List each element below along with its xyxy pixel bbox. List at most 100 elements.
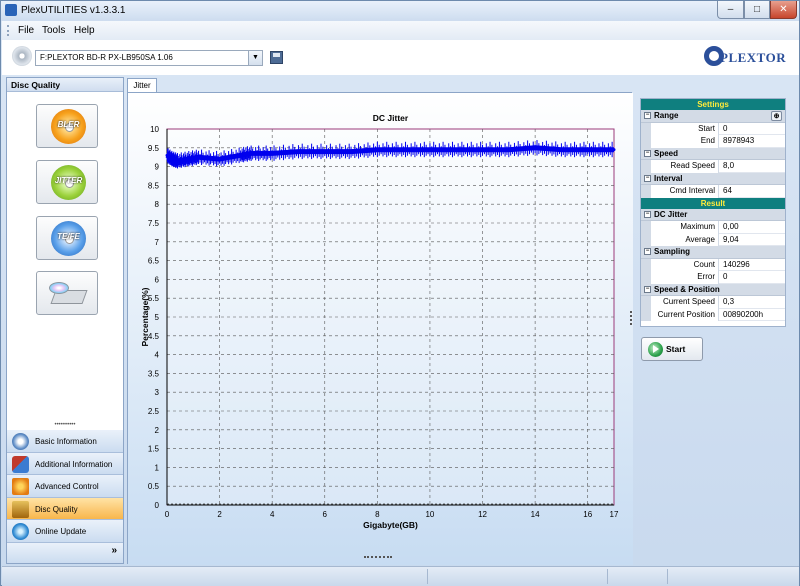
y-tick-label: 1.5	[148, 445, 160, 454]
data-point	[176, 159, 180, 163]
sampling-category[interactable]: − Sampling	[641, 246, 785, 259]
bler-label: BLER	[57, 120, 80, 129]
start-button[interactable]: Start	[641, 337, 703, 361]
y-tick-label: 0.5	[148, 482, 160, 491]
error-row: Error 0	[641, 271, 785, 284]
data-point	[323, 150, 327, 154]
status-segment	[607, 569, 608, 584]
jitter-disc-icon: JITTER	[51, 165, 86, 200]
menu-help[interactable]: Help	[74, 25, 95, 36]
data-point	[533, 146, 537, 150]
bler-button[interactable]: BLER	[36, 104, 98, 148]
speed-position-title: Speed & Position	[654, 284, 720, 294]
status-segment	[427, 569, 428, 584]
cmd-interval-label: Cmd Interval	[669, 186, 715, 195]
status-bar	[2, 566, 799, 586]
start-label: Start	[698, 123, 715, 133]
dc-jitter-category[interactable]: − DC Jitter	[641, 208, 785, 221]
minimize-button[interactable]: –	[717, 1, 744, 19]
nav-additional-information[interactable]: Additional Information	[7, 452, 123, 475]
nav-list: Basic Information Additional Information…	[7, 430, 123, 543]
average-value: 9,04	[723, 234, 739, 244]
tefe-button[interactable]: TE/FE	[36, 216, 98, 260]
jitter-label: JITTER	[54, 176, 83, 185]
x-axis-label: Gigabyte(GB)	[363, 520, 418, 530]
chevron-double-down-icon: »	[111, 545, 117, 556]
menu-bar: File Tools Help	[2, 21, 799, 40]
error-value: 0	[723, 272, 728, 281]
end-value[interactable]: 8978943	[723, 135, 754, 147]
maximum-label: Maximum	[680, 222, 715, 231]
close-button[interactable]: ✕	[770, 1, 797, 19]
nav-online-update[interactable]: Online Update	[7, 520, 123, 543]
settings-header: Settings	[641, 99, 785, 110]
globe-icon[interactable]: ⊕	[771, 111, 782, 121]
chart-title: DC Jitter	[373, 113, 409, 123]
nav-disc-quality[interactable]: Disc Quality	[7, 497, 123, 520]
y-tick-label: 9	[155, 163, 160, 172]
collapse-icon[interactable]: −	[644, 285, 651, 293]
range-category[interactable]: − Range ⊕	[641, 110, 785, 123]
window-title: PlexUTILITIES v1.3.3.1	[21, 5, 126, 16]
horizontal-splitter[interactable]	[364, 556, 392, 559]
x-tick-label: 8	[375, 510, 380, 519]
interval-category[interactable]: − Interval	[641, 172, 785, 185]
maximum-row: Maximum 0,00	[641, 221, 785, 234]
current-position-row: Current Position 00890200h	[641, 308, 785, 321]
data-point	[165, 153, 169, 157]
maximize-button[interactable]: □	[744, 1, 770, 19]
nav-label: Disc Quality	[35, 504, 78, 514]
nav-basic-information[interactable]: Basic Information	[7, 430, 123, 453]
chevron-down-icon[interactable]: ▼	[248, 51, 262, 65]
nav-label: Online Update	[35, 527, 87, 536]
collapse-icon[interactable]: −	[644, 174, 651, 182]
speed-position-category[interactable]: − Speed & Position	[641, 283, 785, 296]
cmd-interval-value[interactable]: 64	[723, 185, 732, 197]
current-speed-value: 0,3	[723, 297, 735, 306]
cmd-interval-row: Cmd Interval 64	[641, 185, 785, 198]
speed-category[interactable]: − Speed	[641, 147, 785, 160]
info-icon	[12, 433, 29, 450]
tab-jitter[interactable]: Jitter	[127, 78, 157, 92]
app-icon	[5, 4, 17, 16]
data-point	[296, 150, 300, 154]
average-label: Average	[685, 234, 715, 244]
nav-advanced-control[interactable]: Advanced Control	[7, 475, 123, 498]
read-speed-value[interactable]: 8,0	[723, 160, 734, 172]
x-tick-label: 2	[217, 510, 222, 519]
nav-more-button[interactable]: »	[7, 543, 123, 563]
data-point	[559, 148, 563, 152]
collapse-icon[interactable]: −	[644, 112, 651, 119]
collapse-icon[interactable]: −	[644, 210, 651, 218]
data-point	[481, 148, 485, 152]
menu-file[interactable]: File	[18, 25, 34, 36]
plextor-logo: PLEXTOR	[702, 45, 790, 67]
save-icon[interactable]	[270, 51, 283, 64]
y-tick-label: 7.5	[148, 219, 160, 228]
nav-label: Advanced Control	[35, 482, 99, 491]
current-speed-label: Current Speed	[662, 297, 715, 306]
x-tick-label: 12	[478, 510, 487, 519]
toolbar: F:PLEXTOR BD-R PX-LB950SA 1.06 ▼ PLEXTOR	[2, 40, 799, 75]
vertical-splitter[interactable]	[630, 311, 633, 325]
panel-splitter[interactable]: ••••••••••	[7, 422, 123, 428]
start-value[interactable]: 0	[723, 123, 727, 135]
count-label: Count	[693, 259, 715, 269]
jitter-button[interactable]: JITTER	[36, 160, 98, 204]
app-window: PlexUTILITIES v1.3.3.1 – □ ✕ File Tools …	[0, 0, 800, 586]
data-point	[454, 148, 458, 152]
end-label: End	[700, 136, 715, 145]
data-point	[170, 157, 174, 161]
collapse-icon[interactable]: −	[644, 248, 651, 255]
data-point	[349, 150, 353, 154]
left-panel: Disc Quality BLER JITTER TE/FE •••••••••…	[6, 77, 124, 564]
collapse-icon[interactable]: −	[644, 149, 651, 157]
drive-icon	[12, 46, 32, 66]
status-segment	[667, 569, 668, 584]
menu-grip	[7, 25, 9, 36]
nav-label: Basic Information	[35, 437, 97, 446]
drive-tray-button[interactable]	[36, 271, 98, 315]
drive-select[interactable]: F:PLEXTOR BD-R PX-LB950SA 1.06 ▼	[35, 50, 263, 66]
y-tick-label: 10	[150, 125, 159, 134]
menu-tools[interactable]: Tools	[42, 25, 65, 36]
